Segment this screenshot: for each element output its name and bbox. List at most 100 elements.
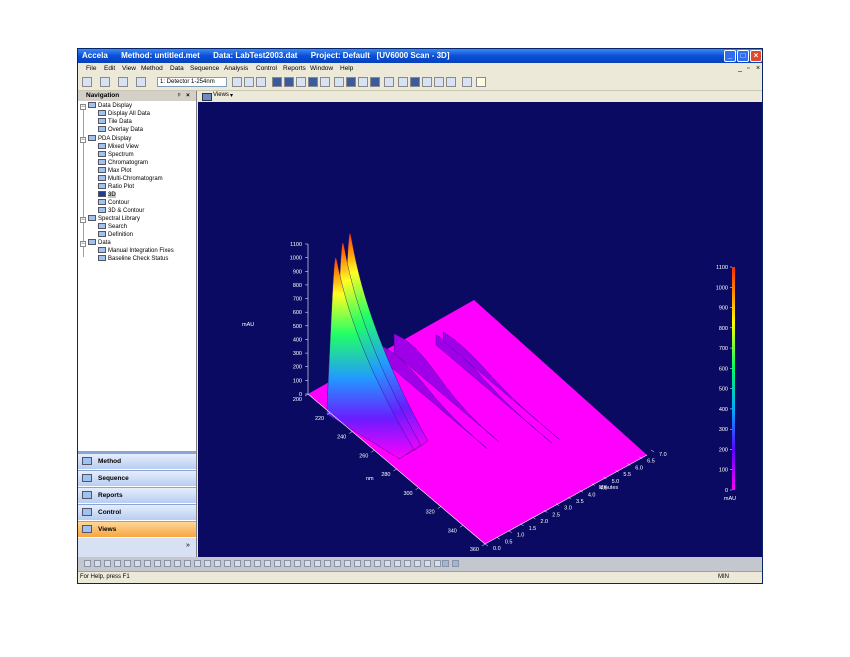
copy-icon[interactable] [244,77,254,87]
tool-1-icon[interactable] [272,77,282,87]
bottom-tool-10-icon[interactable] [174,560,181,567]
bottom-tool-2-icon[interactable] [94,560,101,567]
bottom-tool-1-icon[interactable] [84,560,91,567]
bottom-tool-18-icon[interactable] [254,560,261,567]
bottom-tool-16-icon[interactable] [234,560,241,567]
tool-2-icon[interactable] [284,77,294,87]
collapse-spectral-library[interactable]: − [80,217,86,223]
bottom-tool-31-icon[interactable] [384,560,391,567]
tool-12-icon[interactable] [422,77,432,87]
close-icon[interactable]: × [750,50,762,62]
tree-item-overlay-data[interactable]: Overlay Data [98,126,143,134]
menu-method[interactable]: Method [141,65,163,72]
collapse-pda-display[interactable]: − [80,137,86,143]
help-icon[interactable] [476,77,486,87]
collapse-data-display[interactable]: − [80,104,86,110]
tool-13-icon[interactable] [434,77,444,87]
tree-group-pda-display[interactable]: PDA Display [88,135,131,143]
menu-control[interactable]: Control [256,65,277,72]
open-icon[interactable] [100,77,110,87]
paste-icon[interactable] [256,77,266,87]
bottom-tool-27-icon[interactable] [344,560,351,567]
tree-item-baseline-check-status[interactable]: Baseline Check Status [98,255,168,263]
tree-item-contour[interactable]: Contour [98,199,129,207]
bottom-tool-6-icon[interactable] [134,560,141,567]
section-control[interactable]: Control [78,504,196,520]
tree-group-data-display[interactable]: Data Display [88,102,132,110]
tree-item-chromatogram[interactable]: Chromatogram [98,159,148,167]
arrow-down-icon[interactable] [452,560,459,567]
tree-item-mixed-view[interactable]: Mixed View [98,143,139,151]
menu-view[interactable]: View [122,65,136,72]
bottom-tool-7-icon[interactable] [144,560,151,567]
tree-group-data[interactable]: Data [88,239,111,247]
tree-item-max-plot[interactable]: Max Plot [98,167,131,175]
tree-item-3d-contour[interactable]: 3D & Contour [98,207,144,215]
bottom-tool-23-icon[interactable] [304,560,311,567]
bottom-tool-11-icon[interactable] [184,560,191,567]
bottom-tool-34-icon[interactable] [414,560,421,567]
tool-5-icon[interactable] [320,77,330,87]
close-pane-icon[interactable]: × [186,91,190,101]
tree-item-spectrum[interactable]: Spectrum [98,151,134,159]
bottom-tool-20-icon[interactable] [274,560,281,567]
bottom-tool-4-icon[interactable] [114,560,121,567]
tool-6-icon[interactable] [334,77,344,87]
section-reports[interactable]: Reports [78,487,196,503]
bottom-tool-26-icon[interactable] [334,560,341,567]
print-icon[interactable] [136,77,146,87]
bottom-tool-24-icon[interactable] [314,560,321,567]
tree-item-tile-data[interactable]: Tile Data [98,118,132,126]
bottom-tool-22-icon[interactable] [294,560,301,567]
run-icon[interactable] [398,77,408,87]
save-icon[interactable] [118,77,128,87]
bottom-tool-15-icon[interactable] [224,560,231,567]
bottom-tool-21-icon[interactable] [284,560,291,567]
menu-file[interactable]: File [86,65,96,72]
bottom-tool-5-icon[interactable] [124,560,131,567]
bottom-tool-25-icon[interactable] [324,560,331,567]
tool-10-icon[interactable] [384,77,394,87]
bottom-tool-30-icon[interactable] [374,560,381,567]
bottom-tool-13-icon[interactable] [204,560,211,567]
tree-item-search[interactable]: Search [98,223,127,231]
tool-14-icon[interactable] [446,77,456,87]
tree-item-multi-chromatogram[interactable]: Multi-Chromatogram [98,175,163,183]
pin-icon[interactable]: ᵖ [178,91,180,101]
detector-select[interactable]: 1: Detector 1-254nm [157,77,227,87]
tree-item-manual-integration-fixes[interactable]: Manual Integration Fixes [98,247,174,255]
collapse-data[interactable]: − [80,241,86,247]
menu-window[interactable]: Window [310,65,333,72]
menu-edit[interactable]: Edit [104,65,115,72]
menu-help[interactable]: Help [340,65,353,72]
bottom-tool-3-icon[interactable] [104,560,111,567]
tool-7-icon[interactable] [346,77,356,87]
bottom-tool-17-icon[interactable] [244,560,251,567]
mdi-restore-icon[interactable]: ▫ [747,65,749,72]
tool-4-icon[interactable] [308,77,318,87]
arrow-up-icon[interactable] [442,560,449,567]
chevron-down-icon[interactable]: ▾ [230,92,233,99]
bottom-tool-9-icon[interactable] [164,560,171,567]
bottom-tool-12-icon[interactable] [194,560,201,567]
tree-item-ratio-plot[interactable]: Ratio Plot [98,183,134,191]
bottom-tool-19-icon[interactable] [264,560,271,567]
tree-item-definition[interactable]: Definition [98,231,133,239]
mdi-close-icon[interactable]: × [756,65,760,72]
tree-item-display-all-data[interactable]: Display All Data [98,110,150,118]
tool-8-icon[interactable] [358,77,368,87]
tool-11-icon[interactable] [410,77,420,87]
bottom-tool-36-icon[interactable] [434,560,441,567]
bottom-tool-8-icon[interactable] [154,560,161,567]
menu-analysis[interactable]: Analysis [224,65,248,72]
bottom-tool-28-icon[interactable] [354,560,361,567]
minimize-icon[interactable]: _ [724,50,736,62]
bottom-tool-35-icon[interactable] [424,560,431,567]
cut-icon[interactable] [232,77,242,87]
bottom-tool-14-icon[interactable] [214,560,221,567]
chevron-down-icon[interactable]: » [186,542,190,549]
tool-3-icon[interactable] [296,77,306,87]
tree-group-spectral-library[interactable]: Spectral Library [88,215,140,223]
tree-item-3d[interactable]: 3D [98,191,116,199]
menu-reports[interactable]: Reports [283,65,306,72]
